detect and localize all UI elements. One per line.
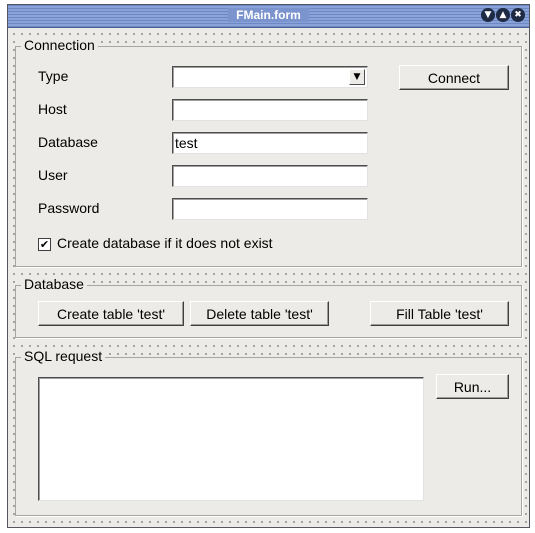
connection-group: Connection Type ▼ Connect Host Database … — [15, 37, 522, 267]
maximize-icon[interactable]: ▲ — [496, 8, 510, 22]
main-window: FMain.form ▼ ▲ ✖ Connection Type ▼ Conne… — [7, 4, 530, 528]
sql-request-group: SQL request Run... — [15, 348, 522, 516]
title-bar[interactable]: FMain.form ▼ ▲ ✖ — [8, 5, 529, 28]
type-label: Type — [38, 68, 69, 84]
window-controls: ▼ ▲ ✖ — [481, 8, 525, 22]
form-client-area: Connection Type ▼ Connect Host Database … — [10, 30, 527, 525]
minimize-icon[interactable]: ▼ — [481, 8, 495, 22]
delete-table-button[interactable]: Delete table 'test' — [190, 301, 329, 326]
database-field[interactable] — [172, 132, 368, 154]
close-icon[interactable]: ✖ — [511, 8, 525, 22]
chevron-down-icon[interactable]: ▼ — [349, 69, 365, 85]
window-title: FMain.form — [228, 8, 309, 22]
run-button[interactable]: Run... — [436, 374, 509, 399]
sql-request-group-title: SQL request — [21, 348, 106, 364]
type-select[interactable]: ▼ — [172, 66, 368, 88]
database-label: Database — [38, 134, 98, 150]
user-field[interactable] — [172, 165, 368, 187]
connect-button[interactable]: Connect — [399, 65, 509, 90]
create-table-button[interactable]: Create table 'test' — [38, 301, 184, 326]
sql-request-input[interactable] — [38, 377, 424, 501]
user-label: User — [38, 167, 68, 183]
fill-table-button[interactable]: Fill Table 'test' — [370, 301, 509, 326]
database-group-title: Database — [21, 276, 87, 292]
create-database-label[interactable]: Create database if it does not exist — [57, 235, 273, 251]
password-label: Password — [38, 200, 100, 216]
password-field[interactable] — [172, 198, 368, 220]
host-field[interactable] — [172, 99, 368, 121]
create-database-checkbox[interactable]: ✔ — [38, 238, 51, 251]
database-group: Database Create table 'test' Delete tabl… — [15, 276, 522, 338]
host-label: Host — [38, 101, 67, 117]
connection-group-title: Connection — [21, 37, 98, 53]
